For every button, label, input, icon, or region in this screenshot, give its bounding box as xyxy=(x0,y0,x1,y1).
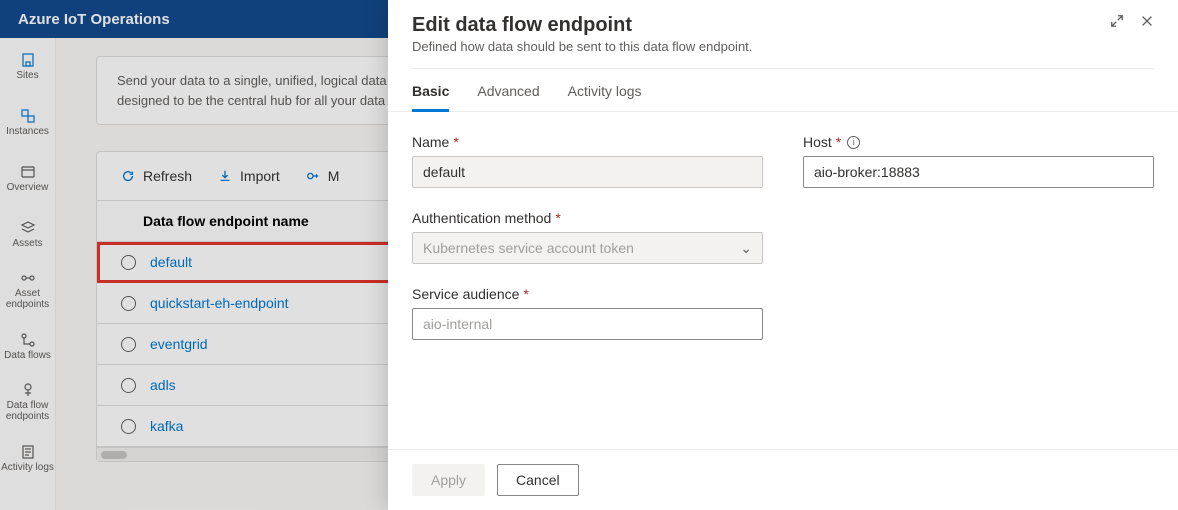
sidenav-item-activity-logs[interactable]: Activity logs xyxy=(0,430,55,486)
sidenav-item-data-flows[interactable]: Data flows xyxy=(0,318,55,374)
endpoint-link[interactable]: default xyxy=(150,254,192,270)
brand-title: Azure IoT Operations xyxy=(18,11,170,28)
refresh-label: Refresh xyxy=(143,168,192,184)
field-service-audience: Service audience * aio-internal xyxy=(412,286,763,340)
import-button[interactable]: Import xyxy=(218,168,280,184)
field-auth-method: Authentication method * Kubernetes servi… xyxy=(412,210,763,264)
sidenav-item-sites[interactable]: Sites xyxy=(0,38,55,94)
sidenav-item-asset-endpoints[interactable]: Asset endpoints xyxy=(0,262,55,318)
panel-icon xyxy=(20,164,36,180)
field-host: Host * i aio-broker:18883 xyxy=(803,134,1154,188)
row-radio[interactable] xyxy=(121,419,136,434)
cube-icon xyxy=(20,108,36,124)
connection-icon xyxy=(20,270,36,286)
layers-icon xyxy=(20,220,36,236)
panel-subtitle: Defined how data should be sent to this … xyxy=(412,39,752,54)
name-value: default xyxy=(423,164,465,180)
endpoint-link[interactable]: eventgrid xyxy=(150,336,208,352)
sidenav-label: Sites xyxy=(16,70,38,81)
flow-icon xyxy=(20,332,36,348)
close-icon[interactable] xyxy=(1140,14,1154,28)
endpoint-icon xyxy=(20,382,36,398)
info-icon[interactable]: i xyxy=(847,136,860,149)
sidenav-label: Data flows xyxy=(4,350,51,361)
expand-icon[interactable] xyxy=(1110,14,1124,28)
audience-placeholder: aio-internal xyxy=(423,316,492,332)
sidenav-label: Assets xyxy=(12,238,42,249)
refresh-icon xyxy=(121,169,135,183)
scroll-thumb[interactable] xyxy=(101,451,127,459)
auth-select[interactable]: Kubernetes service account token ⌄ xyxy=(412,232,763,264)
sidenav-item-data-flow-endpoints[interactable]: Data flow endpoints xyxy=(0,374,55,430)
tab-basic[interactable]: Basic xyxy=(412,83,449,112)
audience-label: Service audience * xyxy=(412,286,763,302)
auth-placeholder: Kubernetes service account token xyxy=(423,240,634,256)
endpoint-link[interactable]: adls xyxy=(150,377,176,393)
host-value: aio-broker:18883 xyxy=(814,164,920,180)
tab-advanced[interactable]: Advanced xyxy=(477,83,539,111)
host-input[interactable]: aio-broker:18883 xyxy=(803,156,1154,188)
panel-header: Edit data flow endpoint Defined how data… xyxy=(388,0,1178,69)
import-icon xyxy=(218,169,232,183)
chevron-down-icon: ⌄ xyxy=(740,240,752,257)
panel-footer: Apply Cancel xyxy=(388,449,1178,510)
key-icon xyxy=(306,169,320,183)
sidenav-item-instances[interactable]: Instances xyxy=(0,94,55,150)
sidenav-item-overview[interactable]: Overview xyxy=(0,150,55,206)
endpoint-link[interactable]: kafka xyxy=(150,418,183,434)
panel-form: Name * default Host * i aio-broker:18883… xyxy=(388,112,1178,362)
building-icon xyxy=(20,52,36,68)
log-icon xyxy=(20,444,36,460)
refresh-button[interactable]: Refresh xyxy=(121,168,192,184)
sidenav-label: Overview xyxy=(7,182,49,193)
sidenav-label: Activity logs xyxy=(1,462,54,473)
panel-tabs: Basic Advanced Activity logs xyxy=(388,69,1178,112)
auth-label: Authentication method * xyxy=(412,210,763,226)
panel-title: Edit data flow endpoint xyxy=(412,14,752,37)
edit-endpoint-panel: Edit data flow endpoint Defined how data… xyxy=(388,0,1178,510)
row-radio[interactable] xyxy=(121,296,136,311)
side-nav: Sites Instances Overview Assets Asset en… xyxy=(0,38,56,510)
row-radio[interactable] xyxy=(121,378,136,393)
cancel-button[interactable]: Cancel xyxy=(497,464,579,496)
row-radio[interactable] xyxy=(121,255,136,270)
manage-button[interactable]: M xyxy=(306,168,340,184)
apply-button[interactable]: Apply xyxy=(412,464,485,496)
sidenav-label: Instances xyxy=(6,126,49,137)
sidenav-item-assets[interactable]: Assets xyxy=(0,206,55,262)
endpoint-link[interactable]: quickstart-eh-endpoint xyxy=(150,295,289,311)
col-header: Data flow endpoint name xyxy=(143,213,309,229)
audience-input[interactable]: aio-internal xyxy=(412,308,763,340)
manage-label: M xyxy=(328,168,340,184)
import-label: Import xyxy=(240,168,280,184)
row-radio[interactable] xyxy=(121,337,136,352)
sidenav-label: Asset endpoints xyxy=(0,288,55,310)
name-label: Name * xyxy=(412,134,763,150)
sidenav-label: Data flow endpoints xyxy=(0,400,55,422)
name-input: default xyxy=(412,156,763,188)
field-name: Name * default xyxy=(412,134,763,188)
host-label: Host * i xyxy=(803,134,1154,150)
tab-activity-logs[interactable]: Activity logs xyxy=(568,83,642,111)
